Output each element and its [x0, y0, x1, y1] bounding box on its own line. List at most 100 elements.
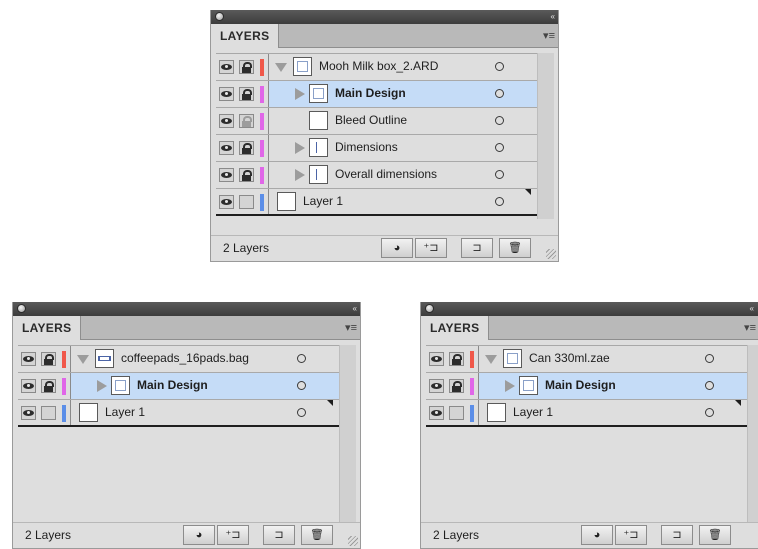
target-circle-icon[interactable]: [297, 354, 306, 363]
eye-icon[interactable]: [21, 352, 36, 366]
create-sublayer-button[interactable]: ⁺⊐: [217, 525, 249, 545]
close-icon[interactable]: [425, 304, 434, 313]
triangle-down-icon[interactable]: [77, 355, 89, 364]
triangle-down-icon[interactable]: [275, 63, 287, 72]
delete-layer-button[interactable]: 🗑: [699, 525, 731, 545]
scrollbar-track[interactable]: [537, 53, 554, 219]
triangle-right-icon[interactable]: [295, 88, 305, 100]
panel-titlebar[interactable]: «: [211, 10, 558, 24]
eye-icon[interactable]: [219, 114, 234, 128]
lock-icon[interactable]: [239, 114, 254, 128]
target-circle-icon[interactable]: [495, 89, 504, 98]
lock-icon[interactable]: [239, 141, 254, 155]
layer-row[interactable]: Can 330ml.zae: [426, 346, 747, 373]
layer-row[interactable]: Overall dimensions: [216, 162, 537, 189]
close-icon[interactable]: [215, 12, 224, 21]
panel-titlebar[interactable]: «: [13, 302, 360, 316]
lock-icon[interactable]: [239, 87, 254, 101]
lock-icon[interactable]: [449, 352, 464, 366]
layer-name-area[interactable]: Layer 1: [269, 189, 537, 214]
layer-name-area[interactable]: coffeepads_16pads.bag: [71, 346, 339, 372]
layer-row[interactable]: Bleed Outline: [216, 108, 537, 135]
lock-icon[interactable]: [41, 352, 56, 366]
layer-row[interactable]: Layer 1: [18, 400, 339, 427]
target-circle-icon[interactable]: [297, 408, 306, 417]
lock-icon[interactable]: [41, 379, 56, 393]
eye-icon[interactable]: [21, 406, 36, 420]
layer-row[interactable]: coffeepads_16pads.bag: [18, 346, 339, 373]
target-circle-icon[interactable]: [495, 62, 504, 71]
layer-name-area[interactable]: Overall dimensions: [269, 162, 537, 188]
triangle-down-icon[interactable]: [485, 355, 497, 364]
layer-row[interactable]: Main Design: [426, 373, 747, 400]
layer-name-area[interactable]: Layer 1: [479, 400, 747, 425]
layer-name-area[interactable]: Layer 1: [71, 400, 339, 425]
layer-name-area[interactable]: Dimensions: [269, 135, 537, 161]
lock-icon[interactable]: [239, 195, 254, 209]
new-layer-button[interactable]: ⊐: [461, 238, 493, 258]
make-clipping-mask-button[interactable]: ◕: [581, 525, 613, 545]
layer-name-area[interactable]: Main Design: [71, 373, 339, 399]
layer-name-area[interactable]: Can 330ml.zae: [479, 346, 747, 372]
layer-name-area[interactable]: Main Design: [479, 373, 747, 399]
layer-row[interactable]: Layer 1: [426, 400, 747, 427]
target-circle-icon[interactable]: [495, 170, 504, 179]
tab-layers[interactable]: LAYERS: [13, 316, 82, 340]
lock-icon[interactable]: [239, 60, 254, 74]
resize-grip-icon[interactable]: [546, 249, 556, 259]
layer-name-area[interactable]: Bleed Outline: [269, 108, 537, 134]
target-circle-icon[interactable]: [705, 381, 714, 390]
layer-row[interactable]: Dimensions: [216, 135, 537, 162]
resize-grip-icon[interactable]: [348, 536, 358, 546]
eye-icon[interactable]: [219, 87, 234, 101]
delete-layer-button[interactable]: 🗑: [499, 238, 531, 258]
eye-icon[interactable]: [21, 379, 36, 393]
close-icon[interactable]: [17, 304, 26, 313]
tab-layers[interactable]: LAYERS: [211, 24, 280, 48]
scrollbar-track[interactable]: [747, 345, 758, 523]
lock-icon[interactable]: [239, 168, 254, 182]
target-circle-icon[interactable]: [495, 116, 504, 125]
eye-icon[interactable]: [219, 195, 234, 209]
delete-layer-button[interactable]: 🗑: [301, 525, 333, 545]
layer-name-area[interactable]: Mooh Milk box_2.ARD: [269, 54, 537, 80]
target-circle-icon[interactable]: [495, 197, 504, 206]
lock-icon[interactable]: [41, 406, 56, 420]
layer-name-area[interactable]: Main Design: [269, 81, 537, 107]
panel-titlebar[interactable]: «: [421, 302, 758, 316]
new-layer-button[interactable]: ⊐: [263, 525, 295, 545]
panel-menu-icon[interactable]: ▾≡: [345, 322, 357, 334]
eye-icon[interactable]: [429, 406, 444, 420]
new-layer-button[interactable]: ⊐: [661, 525, 693, 545]
triangle-right-icon[interactable]: [295, 142, 305, 154]
lock-icon[interactable]: [449, 406, 464, 420]
target-circle-icon[interactable]: [297, 381, 306, 390]
layer-row[interactable]: Main Design: [216, 81, 537, 108]
target-circle-icon[interactable]: [495, 143, 504, 152]
create-sublayer-button[interactable]: ⁺⊐: [415, 238, 447, 258]
panel-menu-icon[interactable]: ▾≡: [543, 30, 555, 42]
triangle-right-icon[interactable]: [97, 380, 107, 392]
collapse-icon[interactable]: «: [750, 302, 755, 316]
triangle-right-icon[interactable]: [295, 169, 305, 181]
collapse-icon[interactable]: «: [551, 10, 556, 24]
layer-row[interactable]: Layer 1: [216, 189, 537, 216]
create-sublayer-button[interactable]: ⁺⊐: [615, 525, 647, 545]
scrollbar-track[interactable]: [339, 345, 356, 523]
target-circle-icon[interactable]: [705, 354, 714, 363]
target-circle-icon[interactable]: [705, 408, 714, 417]
eye-icon[interactable]: [429, 379, 444, 393]
lock-icon[interactable]: [449, 379, 464, 393]
layer-row[interactable]: Main Design: [18, 373, 339, 400]
tab-layers[interactable]: LAYERS: [421, 316, 490, 340]
make-clipping-mask-button[interactable]: ◕: [381, 238, 413, 258]
eye-icon[interactable]: [429, 352, 444, 366]
collapse-icon[interactable]: «: [353, 302, 358, 316]
eye-icon[interactable]: [219, 60, 234, 74]
layer-row[interactable]: Mooh Milk box_2.ARD: [216, 54, 537, 81]
panel-menu-icon[interactable]: ▾≡: [744, 322, 756, 334]
eye-icon[interactable]: [219, 168, 234, 182]
make-clipping-mask-button[interactable]: ◕: [183, 525, 215, 545]
triangle-right-icon[interactable]: [505, 380, 515, 392]
eye-icon[interactable]: [219, 141, 234, 155]
